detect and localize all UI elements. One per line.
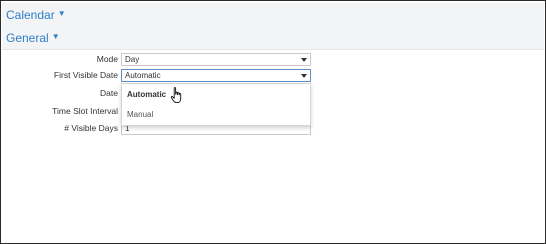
chevron-down-icon[interactable] (298, 55, 309, 64)
date-label: Date (100, 88, 118, 98)
dropdown-option-automatic[interactable]: Automatic (127, 90, 166, 99)
first-visible-date-dropdown: Automatic Manual (121, 83, 311, 126)
calendar-section-title: Calendar (6, 7, 55, 22)
mode-select-value: Day (125, 55, 140, 64)
first-visible-date-value: Automatic (125, 71, 161, 80)
general-section-title: General (6, 30, 49, 45)
calendar-section-header[interactable]: Calendar ▼ (2, 3, 544, 27)
first-visible-date-label: First Visible Date (53, 70, 118, 80)
hand-pointer-icon (170, 87, 182, 104)
triangle-down-icon: ▼ (51, 32, 60, 41)
visible-days-label: # Visible Days (64, 123, 118, 133)
first-visible-date-select[interactable]: Automatic (121, 69, 311, 82)
time-slot-interval-label: Time Slot Interval (52, 106, 118, 116)
triangle-down-icon: ▼ (57, 9, 66, 18)
properties-panel: Calendar ▼ General ▼ Mode Day First Visi… (0, 0, 546, 244)
chevron-down-icon[interactable] (298, 71, 309, 80)
mode-select[interactable]: Day (121, 53, 311, 66)
dropdown-option-manual[interactable]: Manual (127, 110, 153, 119)
general-section-header[interactable]: General ▼ (2, 26, 544, 50)
mode-label: Mode (96, 54, 118, 64)
